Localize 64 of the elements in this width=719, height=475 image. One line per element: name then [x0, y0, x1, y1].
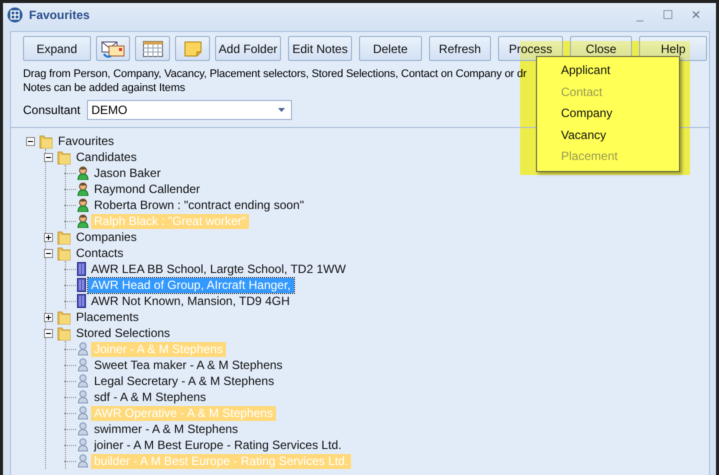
folder-icon	[57, 230, 71, 244]
collapse-toggle[interactable]	[44, 152, 53, 162]
collapse-toggle[interactable]	[44, 328, 53, 338]
tree-item[interactable]: Placements	[73, 310, 142, 324]
calendar-icon	[142, 40, 163, 56]
folder-icon	[57, 150, 71, 164]
envelopes-icon	[100, 40, 125, 58]
toolbar-button[interactable]: Delete	[359, 36, 422, 61]
person-icon	[77, 198, 89, 212]
person-icon	[77, 454, 89, 468]
expand-toggle[interactable]	[44, 232, 53, 242]
folder-icon	[57, 326, 71, 340]
consultant-dropdown[interactable]: DEMO	[87, 100, 292, 120]
menu-item[interactable]: Applicant	[537, 60, 679, 82]
tree-item[interactable]: Roberta Brown : "contract ending soon"	[91, 198, 307, 212]
person-icon	[77, 214, 89, 228]
tree-item[interactable]: Raymond Callender	[91, 182, 204, 196]
menu-item[interactable]: Company	[537, 103, 679, 124]
tree-item[interactable]: Stored Selections	[73, 326, 174, 340]
note-icon	[184, 40, 202, 56]
tree-item[interactable]: Favourites	[55, 134, 118, 148]
tree-item[interactable]: Sweet Tea maker - A & M Stephens	[91, 358, 286, 372]
tree-item[interactable]: Legal Secretary - A & M Stephens	[91, 374, 278, 388]
toolbar-button[interactable]	[135, 36, 170, 61]
person-icon	[77, 342, 89, 356]
window-title: Favourites	[29, 8, 91, 22]
tree-item[interactable]: sdf - A & M Stephens	[91, 390, 210, 404]
field-label: Consultant	[23, 103, 80, 117]
minimize-button[interactable]: _	[626, 8, 654, 22]
caret-icon	[278, 108, 286, 112]
expand-toggle[interactable]	[44, 312, 53, 322]
person-icon	[77, 166, 89, 180]
person-icon	[77, 406, 89, 420]
folder-icon	[57, 310, 71, 324]
person-icon	[77, 390, 89, 404]
toolbar-button[interactable]: Refresh	[428, 36, 492, 61]
toolbar-button[interactable]: Add Folder	[215, 36, 282, 61]
tree-item[interactable]: AWR LEA BB School, Largte School, TD2 1WW	[88, 262, 349, 276]
toolbar-button[interactable]: Edit Notes	[288, 36, 352, 61]
tree-item[interactable]: Candidates	[73, 150, 140, 164]
tree-item[interactable]: Companies	[73, 230, 140, 244]
app-logo-icon	[7, 7, 23, 23]
tree-item[interactable]: Jason Baker	[91, 166, 164, 180]
instruction-text: Notes can be added against Items	[23, 81, 186, 95]
building-icon	[77, 294, 86, 308]
tree-item[interactable]: joiner - A M Best Europe - Rating Services Ltd.	[91, 438, 344, 452]
building-icon	[77, 262, 86, 276]
maximize-button[interactable]: ☐	[654, 8, 682, 22]
person-icon	[77, 182, 89, 196]
collapse-toggle[interactable]	[26, 136, 35, 146]
person-icon	[77, 374, 89, 388]
person-icon	[77, 358, 89, 372]
menu-item[interactable]: Vacancy	[537, 124, 679, 146]
toolbar-button[interactable]: Expand	[23, 36, 91, 61]
building-icon	[77, 278, 86, 292]
tree-item[interactable]: AWR Not Known, Mansion, TD9 4GH	[88, 294, 293, 308]
folder-icon	[39, 134, 53, 148]
folder-icon	[57, 246, 71, 260]
tree-item[interactable]: Contacts	[73, 246, 126, 260]
tree-item[interactable]: swimmer - A & M Stephens	[91, 422, 242, 436]
person-icon	[77, 422, 89, 436]
toolbar-button[interactable]	[96, 36, 130, 61]
person-icon	[77, 438, 89, 452]
collapse-toggle[interactable]	[44, 248, 53, 258]
